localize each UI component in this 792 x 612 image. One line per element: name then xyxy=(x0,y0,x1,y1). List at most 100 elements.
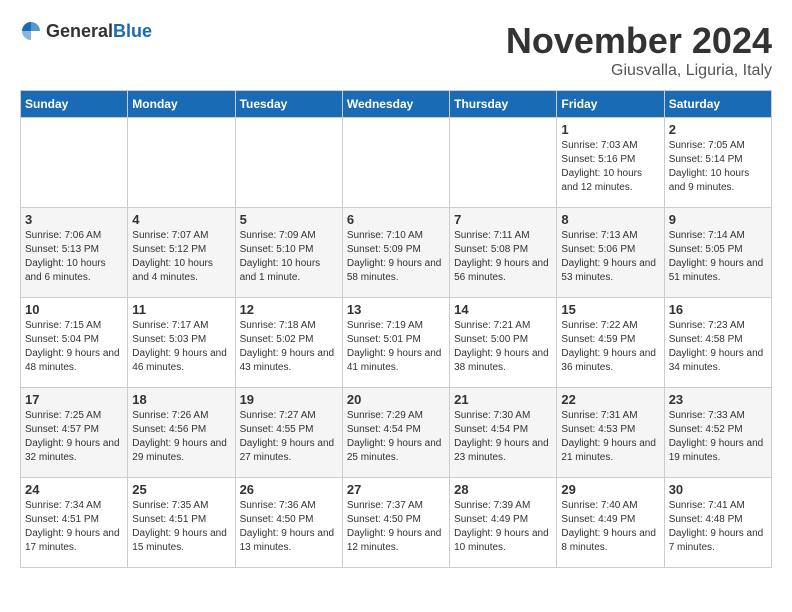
logo-blue: Blue xyxy=(113,21,152,41)
calendar-cell: 28 Sunrise: 7:39 AMSunset: 4:49 PMDayligh… xyxy=(450,478,557,568)
day-info: Sunrise: 7:23 AMSunset: 4:58 PMDaylight:… xyxy=(669,319,767,375)
day-number: 14 xyxy=(454,302,552,317)
day-number: 27 xyxy=(347,482,445,497)
location: Giusvalla, Liguria, Italy xyxy=(506,62,772,80)
day-info: Sunrise: 7:21 AMSunset: 5:00 PMDaylight:… xyxy=(454,319,552,375)
day-number: 28 xyxy=(454,482,552,497)
calendar-cell xyxy=(128,118,235,208)
calendar-cell: 7Sunrise: 7:11 AMSunset: 5:08 PMDaylight… xyxy=(450,208,557,298)
calendar-cell: 17 Sunrise: 7:25 AMSunset: 4:57 PMDayligh… xyxy=(21,388,128,478)
calendar-cell xyxy=(342,118,449,208)
header-monday: Monday xyxy=(128,91,235,118)
calendar-cell: 26 Sunrise: 7:36 AMSunset: 4:50 PMDayligh… xyxy=(235,478,342,568)
calendar-header: SundayMondayTuesdayWednesdayThursdayFrid… xyxy=(21,91,772,118)
day-number: 15 xyxy=(561,302,659,317)
day-info: Sunrise: 7:25 AMSunset: 4:57 PMDaylight:… xyxy=(25,409,123,465)
day-number: 10 xyxy=(25,302,123,317)
day-info: Sunrise: 7:03 AMSunset: 5:16 PMDaylight:… xyxy=(561,139,659,195)
day-number: 3 xyxy=(25,212,123,227)
day-number: 9 xyxy=(669,212,767,227)
calendar-cell xyxy=(21,118,128,208)
calendar-cell: 14 Sunrise: 7:21 AMSunset: 5:00 PMDayligh… xyxy=(450,298,557,388)
day-number: 1 xyxy=(561,122,659,137)
day-info: Sunrise: 7:13 AMSunset: 5:06 PMDaylight:… xyxy=(561,229,659,285)
logo-general: General xyxy=(46,21,113,41)
day-number: 12 xyxy=(240,302,338,317)
week-row-3: 17 Sunrise: 7:25 AMSunset: 4:57 PMDayligh… xyxy=(21,388,772,478)
day-info: Sunrise: 7:33 AMSunset: 4:52 PMDaylight:… xyxy=(669,409,767,465)
header-row: SundayMondayTuesdayWednesdayThursdayFrid… xyxy=(21,91,772,118)
calendar-body: 1 Sunrise: 7:03 AMSunset: 5:16 PMDaylight… xyxy=(21,118,772,568)
day-info: Sunrise: 7:34 AMSunset: 4:51 PMDaylight:… xyxy=(25,499,123,555)
header-friday: Friday xyxy=(557,91,664,118)
calendar-cell: 1 Sunrise: 7:03 AMSunset: 5:16 PMDaylight… xyxy=(557,118,664,208)
day-info: Sunrise: 7:10 AMSunset: 5:09 PMDaylight:… xyxy=(347,229,445,285)
calendar-cell xyxy=(450,118,557,208)
day-info: Sunrise: 7:05 AMSunset: 5:14 PMDaylight:… xyxy=(669,139,767,195)
calendar-cell: 15Sunrise: 7:22 AMSunset: 4:59 PMDayligh… xyxy=(557,298,664,388)
header-saturday: Saturday xyxy=(664,91,771,118)
day-number: 19 xyxy=(240,392,338,407)
header-thursday: Thursday xyxy=(450,91,557,118)
week-row-4: 24Sunrise: 7:34 AMSunset: 4:51 PMDayligh… xyxy=(21,478,772,568)
day-info: Sunrise: 7:39 AMSunset: 4:49 PMDaylight:… xyxy=(454,499,552,555)
day-info: Sunrise: 7:18 AMSunset: 5:02 PMDaylight:… xyxy=(240,319,338,375)
day-info: Sunrise: 7:14 AMSunset: 5:05 PMDaylight:… xyxy=(669,229,767,285)
calendar-cell: 9 Sunrise: 7:14 AMSunset: 5:05 PMDaylight… xyxy=(664,208,771,298)
day-info: Sunrise: 7:19 AMSunset: 5:01 PMDaylight:… xyxy=(347,319,445,375)
day-info: Sunrise: 7:37 AMSunset: 4:50 PMDaylight:… xyxy=(347,499,445,555)
day-info: Sunrise: 7:07 AMSunset: 5:12 PMDaylight:… xyxy=(132,229,230,285)
day-number: 26 xyxy=(240,482,338,497)
calendar-cell: 6 Sunrise: 7:10 AMSunset: 5:09 PMDaylight… xyxy=(342,208,449,298)
day-number: 2 xyxy=(669,122,767,137)
calendar-cell: 23 Sunrise: 7:33 AMSunset: 4:52 PMDayligh… xyxy=(664,388,771,478)
day-number: 21 xyxy=(454,392,552,407)
calendar-cell xyxy=(235,118,342,208)
calendar-cell: 18Sunrise: 7:26 AMSunset: 4:56 PMDayligh… xyxy=(128,388,235,478)
calendar-cell: 5 Sunrise: 7:09 AMSunset: 5:10 PMDaylight… xyxy=(235,208,342,298)
day-number: 23 xyxy=(669,392,767,407)
day-number: 17 xyxy=(25,392,123,407)
day-info: Sunrise: 7:35 AMSunset: 4:51 PMDaylight:… xyxy=(132,499,230,555)
calendar-cell: 4Sunrise: 7:07 AMSunset: 5:12 PMDaylight… xyxy=(128,208,235,298)
day-number: 22 xyxy=(561,392,659,407)
calendar-cell: 24Sunrise: 7:34 AMSunset: 4:51 PMDayligh… xyxy=(21,478,128,568)
month-title: November 2024 xyxy=(506,20,772,62)
day-number: 16 xyxy=(669,302,767,317)
calendar-cell: 8Sunrise: 7:13 AMSunset: 5:06 PMDaylight… xyxy=(557,208,664,298)
day-number: 29 xyxy=(561,482,659,497)
day-number: 5 xyxy=(240,212,338,227)
calendar-cell: 30 Sunrise: 7:41 AMSunset: 4:48 PMDayligh… xyxy=(664,478,771,568)
header-tuesday: Tuesday xyxy=(235,91,342,118)
day-info: Sunrise: 7:09 AMSunset: 5:10 PMDaylight:… xyxy=(240,229,338,285)
week-row-1: 3 Sunrise: 7:06 AMSunset: 5:13 PMDaylight… xyxy=(21,208,772,298)
calendar-cell: 2 Sunrise: 7:05 AMSunset: 5:14 PMDaylight… xyxy=(664,118,771,208)
calendar-cell: 3 Sunrise: 7:06 AMSunset: 5:13 PMDaylight… xyxy=(21,208,128,298)
day-info: Sunrise: 7:17 AMSunset: 5:03 PMDaylight:… xyxy=(132,319,230,375)
day-info: Sunrise: 7:29 AMSunset: 4:54 PMDaylight:… xyxy=(347,409,445,465)
calendar-cell: 19 Sunrise: 7:27 AMSunset: 4:55 PMDayligh… xyxy=(235,388,342,478)
header-wednesday: Wednesday xyxy=(342,91,449,118)
calendar-cell: 27 Sunrise: 7:37 AMSunset: 4:50 PMDayligh… xyxy=(342,478,449,568)
calendar-cell: 21 Sunrise: 7:30 AMSunset: 4:54 PMDayligh… xyxy=(450,388,557,478)
day-info: Sunrise: 7:27 AMSunset: 4:55 PMDaylight:… xyxy=(240,409,338,465)
day-number: 11 xyxy=(132,302,230,317)
day-info: Sunrise: 7:15 AMSunset: 5:04 PMDaylight:… xyxy=(25,319,123,375)
day-info: Sunrise: 7:41 AMSunset: 4:48 PMDaylight:… xyxy=(669,499,767,555)
day-info: Sunrise: 7:30 AMSunset: 4:54 PMDaylight:… xyxy=(454,409,552,465)
calendar-cell: 25 Sunrise: 7:35 AMSunset: 4:51 PMDayligh… xyxy=(128,478,235,568)
day-info: Sunrise: 7:40 AMSunset: 4:49 PMDaylight:… xyxy=(561,499,659,555)
day-number: 6 xyxy=(347,212,445,227)
calendar-cell: 10 Sunrise: 7:15 AMSunset: 5:04 PMDayligh… xyxy=(21,298,128,388)
calendar-cell: 16 Sunrise: 7:23 AMSunset: 4:58 PMDayligh… xyxy=(664,298,771,388)
calendar-cell: 12 Sunrise: 7:18 AMSunset: 5:02 PMDayligh… xyxy=(235,298,342,388)
logo: GeneralBlue xyxy=(20,20,152,42)
day-info: Sunrise: 7:06 AMSunset: 5:13 PMDaylight:… xyxy=(25,229,123,285)
day-number: 7 xyxy=(454,212,552,227)
day-info: Sunrise: 7:26 AMSunset: 4:56 PMDaylight:… xyxy=(132,409,230,465)
day-number: 25 xyxy=(132,482,230,497)
calendar-cell: 20Sunrise: 7:29 AMSunset: 4:54 PMDayligh… xyxy=(342,388,449,478)
day-info: Sunrise: 7:31 AMSunset: 4:53 PMDaylight:… xyxy=(561,409,659,465)
day-info: Sunrise: 7:36 AMSunset: 4:50 PMDaylight:… xyxy=(240,499,338,555)
day-number: 30 xyxy=(669,482,767,497)
